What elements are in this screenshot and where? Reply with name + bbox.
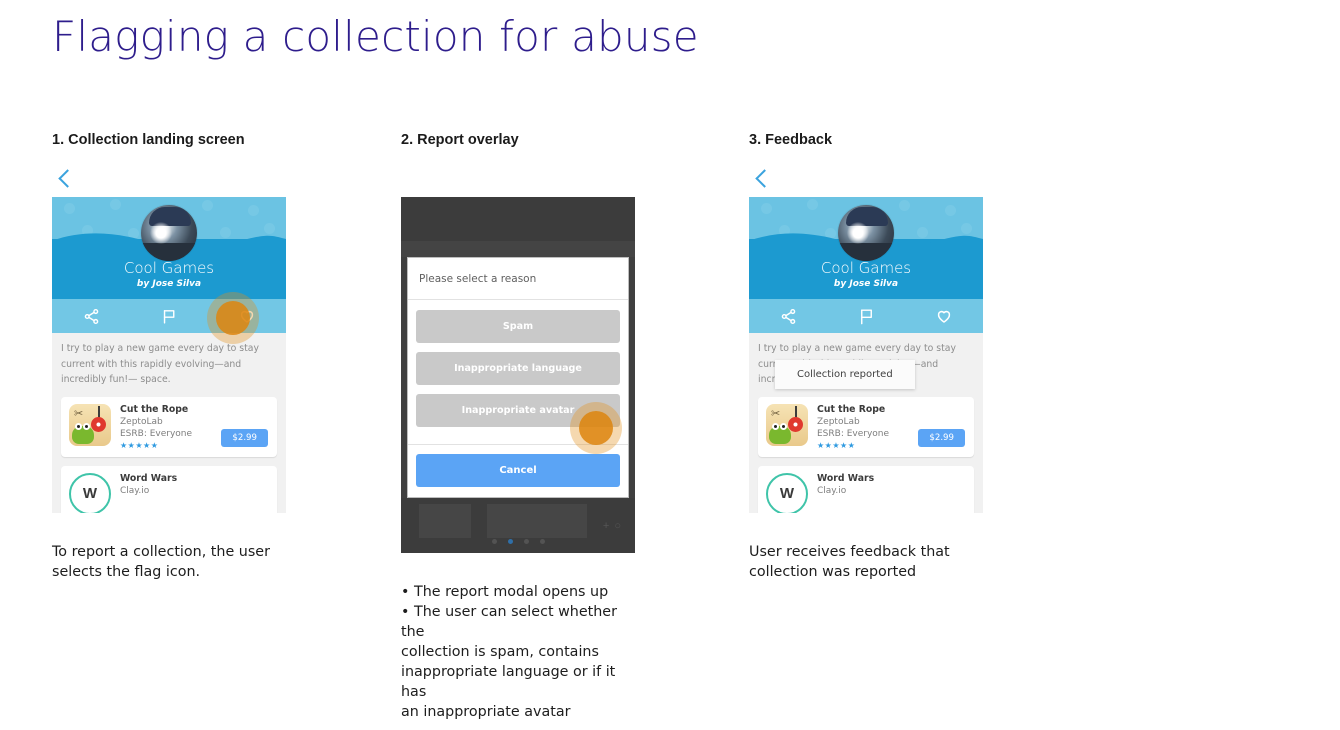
action-bar-1 [52, 299, 286, 333]
app-icon-word-wars: W [69, 472, 111, 513]
collection-banner: Cool Games by Jose Silva [52, 197, 286, 299]
overlay-scrim-bottom: + ○ [401, 498, 635, 553]
app-price-button[interactable]: $2.99 [221, 428, 268, 447]
report-modal-footer: Cancel [408, 444, 628, 497]
app-card-cut-the-rope[interactable]: ✂ Cut the Rope ZeptoLab ESRB: Everyone ★… [61, 396, 277, 457]
app-card-word-wars[interactable]: W Word Wars Clay.io [758, 465, 974, 513]
avatar [838, 205, 894, 261]
caption-line: collection is spam, contains [401, 644, 599, 660]
app-icon-cut-the-rope: ✂ [69, 403, 111, 446]
heart-icon [240, 310, 254, 323]
panel-2-caption: • The report modal opens up • The user c… [401, 582, 637, 722]
app-developer: Clay.io [120, 485, 150, 496]
report-option-spam[interactable]: Spam [416, 310, 620, 343]
app-icon-cut-the-rope: ✂ [766, 403, 808, 446]
app-card-cut-the-rope[interactable]: ✂ Cut the Rope ZeptoLab ESRB: Everyone ★… [758, 396, 974, 457]
phone-body-1: I try to play a new game every day to st… [52, 333, 286, 513]
caption-line: User receives feedback that [749, 544, 950, 560]
panel-collection-landing: 1. Collection landing screen Cool Games … [52, 132, 352, 582]
app-card-word-wars[interactable]: W Word Wars Clay.io [61, 465, 277, 513]
app-developer: Clay.io [817, 485, 847, 496]
collection-author: by Jose Silva [136, 279, 202, 289]
panel-1-caption: To report a collection, the user selects… [52, 542, 288, 582]
report-option-inappropriate-language[interactable]: Inappropriate language [416, 352, 620, 385]
page-dot[interactable] [539, 539, 545, 544]
flag-button[interactable] [130, 299, 208, 333]
app-developer: ZeptoLab [120, 416, 163, 427]
heart-icon [937, 310, 951, 323]
caption-line: collection was reported [749, 564, 917, 580]
page-title: Flagging a collection for abuse [52, 12, 699, 61]
overlay-scrim-band [401, 241, 635, 257]
page-dots[interactable] [401, 539, 635, 544]
scissors-icon: ✂ [74, 407, 84, 420]
app-name: Word Wars [817, 472, 875, 484]
phone-screen-1: Cool Games by Jose Silva I try to play a… [52, 197, 286, 513]
app-icon-word-wars: W [766, 472, 808, 513]
panel-2-heading: 2. Report overlay [401, 132, 519, 148]
toast-collection-reported: Collection reported [775, 360, 915, 389]
share-icon [84, 308, 98, 324]
caption-line: To report a collection, the user [52, 544, 270, 560]
overlay-scrim-top [401, 197, 635, 241]
report-options: Spam Inappropriate language Inappropriat… [408, 300, 628, 444]
panel-1-heading: 1. Collection landing screen [52, 132, 245, 148]
page-dot-active[interactable] [507, 539, 513, 544]
share-button[interactable] [52, 299, 130, 333]
flag-icon [163, 309, 174, 324]
chevron-left-icon [58, 168, 77, 188]
app-name: Cut the Rope [120, 403, 189, 415]
back-button[interactable] [749, 159, 1049, 197]
collection-banner: Cool Games by Jose Silva [749, 197, 983, 299]
app-price-button[interactable]: $2.99 [918, 428, 965, 447]
app-name: Cut the Rope [817, 403, 886, 415]
add-circle-icon: + ○ [602, 520, 622, 532]
page-dot[interactable] [491, 539, 497, 544]
panel-3-caption: User receives feedback that collection w… [749, 542, 985, 582]
caption-line: inappropriate language or if it has [401, 664, 616, 700]
report-modal: Please select a reason Spam Inappropriat… [407, 257, 629, 498]
caption-line: selects the flag icon. [52, 564, 201, 580]
collection-description: I try to play a new game every day to st… [61, 343, 259, 385]
phone-screen-3: Cool Games by Jose Silva I try to play a… [749, 197, 983, 513]
background-cards [401, 504, 635, 538]
flag-icon [860, 308, 872, 324]
collection-name: Cool Games [820, 259, 912, 277]
chevron-left-icon [755, 168, 774, 188]
share-icon [781, 308, 795, 324]
caption-line: an inappropriate avatar [401, 704, 571, 720]
report-option-inappropriate-avatar[interactable]: Inappropriate avatar [416, 394, 620, 427]
page-dot[interactable] [523, 539, 529, 544]
share-button[interactable] [749, 299, 827, 333]
panel-3-heading: 3. Feedback [749, 132, 833, 148]
collection-author: by Jose Silva [833, 279, 899, 289]
avatar [141, 205, 197, 261]
favorite-button[interactable] [905, 299, 983, 333]
phone-screen-2: Please select a reason Spam Inappropriat… [401, 197, 635, 553]
panel-report-overlay: 2. Report overlay Please select a reason… [401, 132, 701, 722]
collection-name: Cool Games [123, 259, 215, 277]
caption-line: • The report modal opens up [401, 584, 609, 600]
phone-body-3: I try to play a new game every day to st… [749, 333, 983, 513]
action-bar-3 [749, 299, 983, 333]
scissors-icon: ✂ [771, 407, 781, 420]
report-modal-title: Please select a reason [408, 258, 628, 300]
flag-button[interactable] [827, 299, 905, 333]
slide: Flagging a collection for abuse 1. Colle… [0, 0, 1340, 730]
panel-feedback: 3. Feedback Cool Games by Jose Silva I t… [749, 132, 1049, 582]
app-name: Word Wars [120, 472, 178, 484]
app-developer: ZeptoLab [817, 416, 860, 427]
back-button[interactable] [52, 159, 352, 197]
favorite-button[interactable] [208, 299, 286, 333]
cancel-button[interactable]: Cancel [416, 454, 620, 487]
caption-line: • The user can select whether the [401, 604, 617, 640]
